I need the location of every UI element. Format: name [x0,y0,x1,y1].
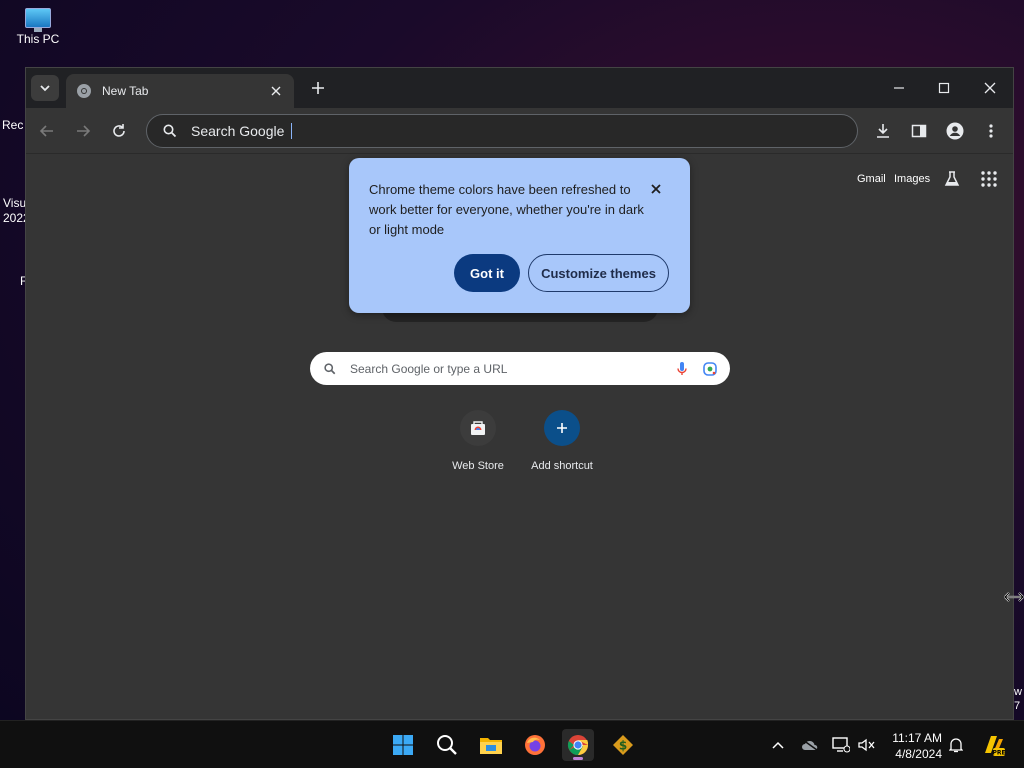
close-tab-button[interactable] [268,83,284,99]
network-icon [832,737,850,753]
copilot-tray-button[interactable]: PRE [981,733,1005,757]
show-hidden-icons-button[interactable] [768,735,788,755]
desktop-edge-text: w [1014,686,1022,698]
menu-button[interactable] [979,119,1003,143]
taskbar-file-explorer[interactable] [475,729,507,761]
close-window-button[interactable] [978,76,1002,100]
arrow-left-icon [39,125,53,137]
customize-themes-button[interactable]: Customize themes [528,254,669,292]
bubble-close-button[interactable] [648,181,664,197]
volume-muted-icon [858,738,875,752]
ntp-search-placeholder: Search Google or type a URL [350,361,508,376]
shortcut-label: Add shortcut [531,460,593,472]
google-apps-icon[interactable] [980,170,998,188]
shortcut-label: Web Store [452,460,504,472]
profile-button[interactable] [943,119,967,143]
svg-text:PRE: PRE [992,750,1005,757]
close-icon [651,184,661,194]
profile-icon [946,122,964,140]
forward-button[interactable] [71,119,95,143]
taskbar-search-button[interactable] [431,729,463,761]
onedrive-tray-button[interactable] [800,735,820,755]
labs-flask-icon[interactable] [943,170,961,188]
reload-button[interactable] [107,119,131,143]
theme-refresh-bubble: Chrome theme colors have been refreshed … [349,158,690,313]
minimize-icon [894,87,904,89]
monitor-icon [25,8,51,32]
add-shortcut-icon [544,410,580,446]
taskbar-clock[interactable]: 11:17 AM 4/8/2024 [884,730,942,762]
notifications-button[interactable] [946,735,966,755]
download-icon [877,124,889,138]
start-button[interactable] [387,729,419,761]
resize-cursor-icon [1004,592,1024,602]
arrow-right-icon [77,125,91,137]
address-bar-text: Search Google [191,123,285,139]
file-explorer-icon [480,738,502,754]
tab-new-tab[interactable]: New Tab [66,74,294,108]
side-panel-button[interactable] [907,119,931,143]
taskbar-chrome[interactable] [562,729,594,761]
images-link[interactable]: Images [894,173,930,185]
taskbar: $ 11:17 AM 4/8/2024 PRE [0,720,1024,768]
bubble-message: Chrome theme colors have been refreshed … [369,182,644,237]
chrome-icon [567,735,589,756]
web-store-icon [460,410,496,446]
ntp-search-box[interactable]: Search Google or type a URL [310,352,730,385]
search-icon [163,124,177,138]
firefox-icon [525,735,545,755]
desktop-icon-label-partial: Visu [3,196,27,210]
text-cursor [291,123,293,139]
reload-icon [113,124,125,137]
desktop-edge-text: 7 [1014,700,1021,712]
taskbar-firefox[interactable] [519,729,551,761]
close-icon [271,86,281,96]
bell-icon [949,738,963,753]
chrome-favicon-icon [77,84,91,98]
desktop-icon-label: This PC [16,32,60,46]
volume-tray-button[interactable] [857,735,877,755]
tab-search-button[interactable] [31,75,59,101]
clock-date: 4/8/2024 [895,747,942,761]
taskbar-money-app[interactable]: $ [607,729,639,761]
downloads-button[interactable] [871,119,895,143]
desktop-icon-this-pc[interactable]: This PC [8,6,68,46]
network-tray-button[interactable] [831,735,851,755]
clock-time: 11:17 AM [892,731,942,745]
address-bar[interactable]: Search Google [146,114,858,148]
money-app-icon: $ [613,735,633,755]
new-tab-button[interactable] [308,78,328,98]
close-icon [984,82,996,94]
active-app-indicator [573,757,583,760]
microphone-icon[interactable] [674,361,690,377]
maximize-icon [938,82,950,94]
google-lens-icon[interactable] [702,361,718,377]
plus-icon [312,82,324,94]
browser-toolbar: Search Google [26,108,1013,154]
shortcut-add[interactable]: Add shortcut [522,410,602,472]
copilot-pre-icon: PRE [985,736,1005,757]
minimize-button[interactable] [887,76,911,100]
desktop-icon-label-partial: Rec [2,118,24,132]
chevron-up-icon [772,741,784,749]
back-button[interactable] [35,119,59,143]
more-vert-icon [989,124,993,138]
shortcut-web-store[interactable]: Web Store [438,410,518,472]
chrome-window: New Tab Search Google Gmail Images Searc… [25,67,1014,720]
cloud-offline-icon [802,739,818,751]
search-icon [437,735,457,755]
search-icon [324,362,336,374]
chevron-down-icon [40,85,50,92]
gmail-link[interactable]: Gmail [857,173,886,185]
windows-start-icon [393,735,413,755]
got-it-button[interactable]: Got it [454,254,520,292]
side-panel-icon [911,124,927,138]
tab-title: New Tab [102,84,149,98]
maximize-button[interactable] [932,76,956,100]
svg-text:$: $ [619,739,627,753]
tab-strip: New Tab [26,68,1013,108]
